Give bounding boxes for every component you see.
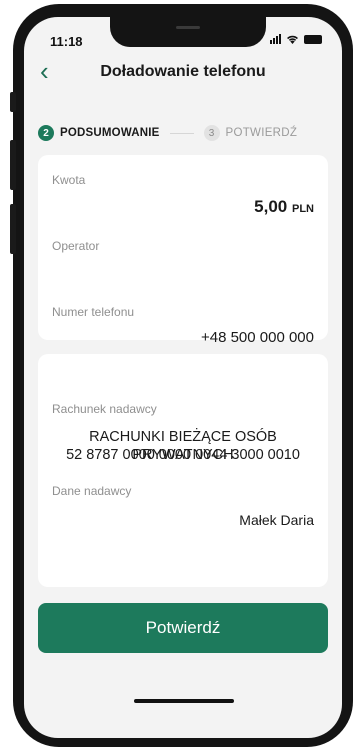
step-divider — [169, 132, 194, 134]
step-2-number: 2 — [38, 125, 54, 141]
sender-card: Rachunek nadawcy RACHUNKI BIEŻĄCE OSÓB P… — [38, 354, 328, 587]
phone-number-label: Numer telefonu — [52, 305, 135, 319]
amount-number: 5,00 — [254, 197, 288, 216]
battery-icon — [304, 34, 322, 44]
step-2-label: PODSUMOWANIE — [60, 127, 160, 139]
status-icons — [270, 34, 322, 44]
mute-switch — [10, 92, 16, 112]
phone-number-value: +48 500 000 000 — [200, 329, 314, 346]
app-screen: 11:18 ‹ Doładowanie telefonu 2 PODSUMOWA… — [24, 17, 342, 738]
amount-label: Kwota — [52, 173, 86, 187]
step-3-number: 3 — [203, 125, 220, 141]
sender-account-number: 52 8787 0000 0000 0044 3000 0010 — [66, 447, 300, 463]
step-indicator: 2 PODSUMOWANIE 3 POTWIERDŹ — [38, 125, 297, 141]
page-title: Doładowanie telefonu — [100, 63, 266, 80]
amount-value: 5,00 PLN — [254, 197, 314, 217]
wifi-icon — [287, 35, 298, 44]
notch — [110, 17, 266, 47]
sender-account-label: Rachunek nadawcy — [52, 402, 157, 416]
speaker — [176, 26, 200, 29]
step-3-label: POTWIERDŹ — [225, 127, 298, 139]
volume-down-button — [10, 204, 16, 254]
volume-up-button — [10, 140, 16, 190]
summary-card: Kwota 5,00 PLN Operator Numer telefonu +… — [38, 155, 328, 346]
home-indicator[interactable] — [134, 699, 234, 703]
signal-icon — [270, 34, 281, 44]
status-time: 11:18 — [50, 34, 83, 49]
amount-currency: PLN — [292, 203, 314, 215]
sender-data-label: Dane nadawcy — [52, 484, 132, 498]
confirm-button[interactable]: Potwierdź — [38, 603, 328, 653]
top-bar: ‹ Doładowanie telefonu — [24, 57, 342, 93]
operator-label: Operator — [52, 239, 100, 253]
sender-data-value: Małek Daria — [239, 512, 314, 528]
